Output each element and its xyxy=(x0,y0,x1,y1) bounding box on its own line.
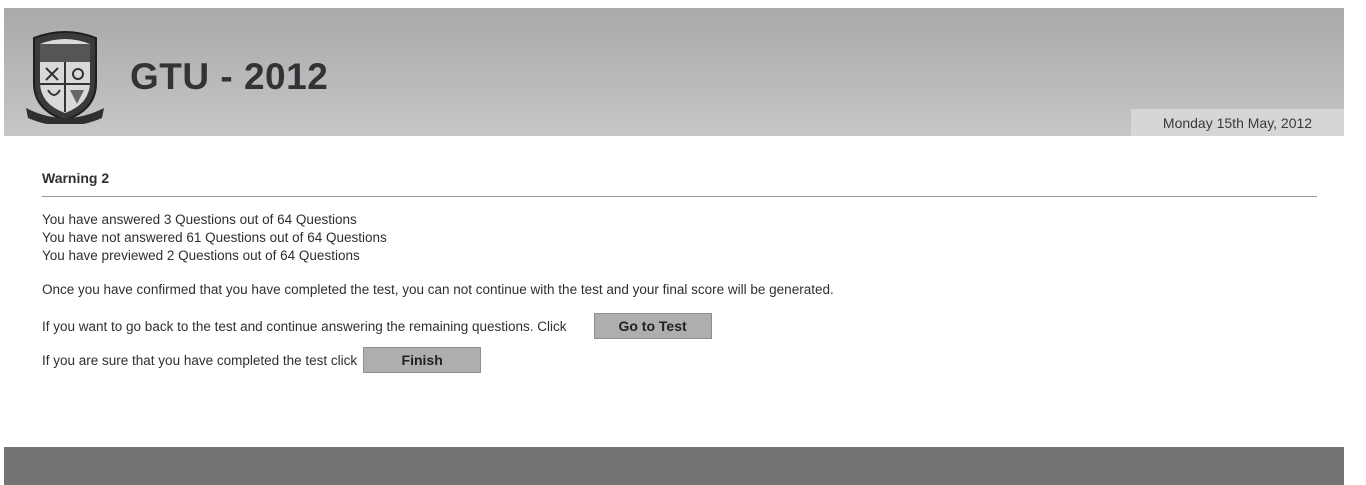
confirm-warning-text: Once you have confirmed that you have co… xyxy=(42,282,834,297)
page-title: GTU - 2012 xyxy=(130,56,329,97)
date-label: Monday 15th May, 2012 xyxy=(1131,109,1344,136)
warning-title: Warning 2 xyxy=(42,170,1317,197)
not-answered-count-text: You have not answered 61 Questions out o… xyxy=(42,230,387,245)
header-bar: GTU - 2012 Monday 15th May, 2012 xyxy=(4,8,1344,136)
question-stats: You have answered 3 Questions out of 64 … xyxy=(42,211,1317,265)
warning-panel: Warning 2 You have answered 3 Questions … xyxy=(42,170,1317,373)
go-to-test-prompt: If you want to go back to the test and c… xyxy=(42,318,567,334)
footer-bar xyxy=(4,447,1344,485)
finish-row: If you are sure that you have completed … xyxy=(42,347,1317,373)
university-crest-icon xyxy=(26,31,104,124)
finish-button[interactable]: Finish xyxy=(363,347,482,373)
answered-count-text: You have answered 3 Questions out of 64 … xyxy=(42,212,357,227)
go-to-test-button[interactable]: Go to Test xyxy=(593,313,712,339)
finish-prompt: If you are sure that you have completed … xyxy=(42,352,358,368)
go-to-test-row: If you want to go back to the test and c… xyxy=(42,313,1317,339)
previewed-count-text: You have previewed 2 Questions out of 64… xyxy=(42,248,360,263)
